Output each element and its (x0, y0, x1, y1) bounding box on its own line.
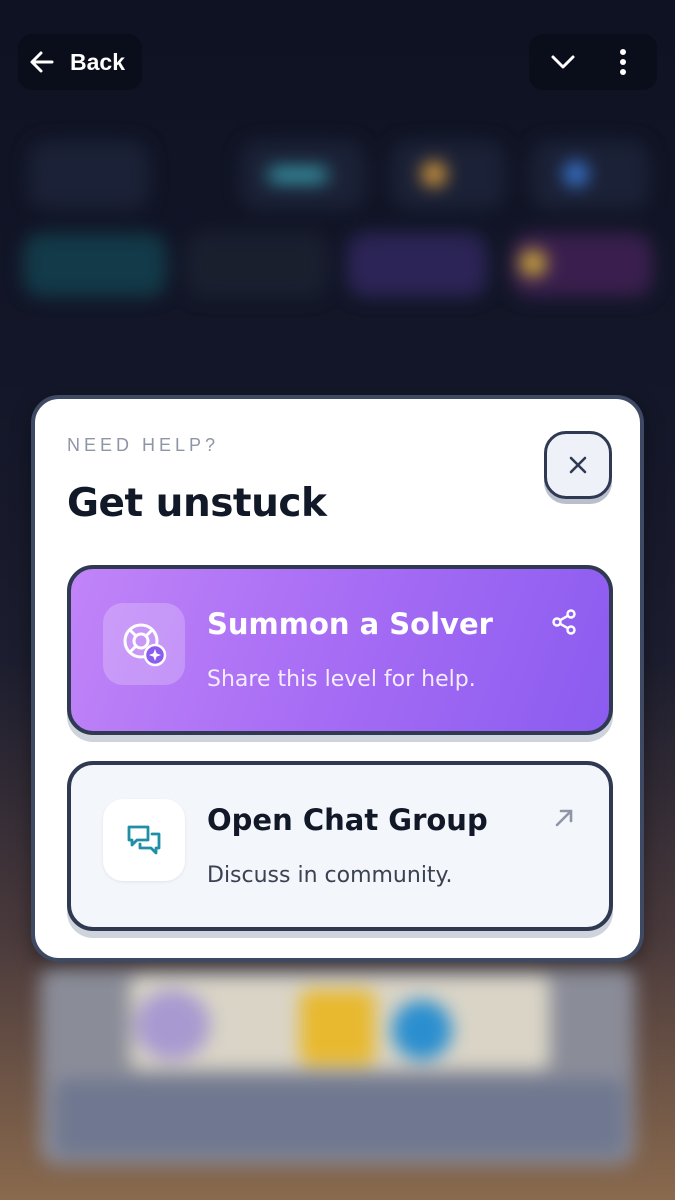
top-right-tools (529, 34, 657, 90)
summon-solver-subtitle: Share this level for help. (207, 667, 476, 692)
open-chat-group-subtitle: Discuss in community. (207, 863, 453, 888)
arrow-left-icon (28, 48, 56, 76)
modal-title: Get unstuck (67, 481, 327, 526)
more-vertical-icon[interactable] (601, 40, 645, 84)
share-icon (547, 605, 581, 639)
chevron-down-icon[interactable] (541, 40, 585, 84)
modal-eyebrow: NEED HELP? (67, 435, 220, 455)
external-arrow-icon (547, 801, 581, 835)
close-icon (567, 454, 589, 476)
chat-bubbles-icon (103, 799, 185, 881)
back-label: Back (70, 48, 125, 75)
back-button[interactable]: Back (18, 34, 142, 90)
open-chat-group-title: Open Chat Group (207, 803, 488, 837)
summon-solver-button[interactable]: Summon a Solver Share this level for hel… (67, 565, 613, 735)
top-bar: Back (0, 0, 675, 120)
open-chat-group-button[interactable]: Open Chat Group Discuss in community. (67, 761, 613, 931)
close-button[interactable] (544, 431, 612, 499)
summon-solver-title: Summon a Solver (207, 607, 493, 641)
help-modal: NEED HELP? Get unstuck Summon a Solver S… (31, 395, 644, 962)
lifebuoy-sparkle-icon (103, 603, 185, 685)
